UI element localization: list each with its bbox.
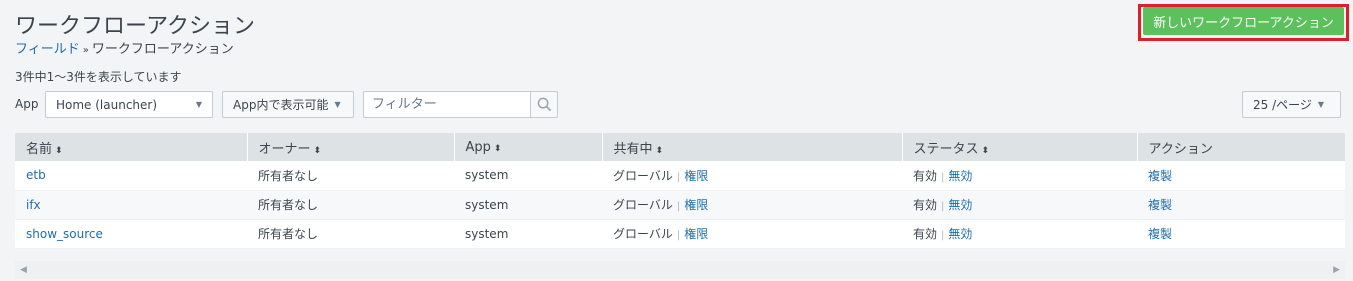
- breadcrumb: フィールド» ワークフローアクション: [15, 38, 234, 57]
- column-header-status[interactable]: ステータス ⬍: [902, 133, 1138, 161]
- row-status: 有効 | 無効: [902, 190, 1137, 220]
- visibility-select-value: App内で表示可能: [233, 98, 329, 112]
- caret-down-icon: ▼: [334, 100, 341, 109]
- scroll-right-icon[interactable]: ▶: [1333, 265, 1340, 275]
- column-header-app[interactable]: App ⬍: [454, 133, 603, 161]
- row-owner: 所有者なし: [247, 161, 454, 191]
- row-app: system: [454, 190, 602, 220]
- column-header-actions: アクション: [1137, 133, 1345, 161]
- sort-icon: ⬍: [313, 145, 322, 156]
- row-app: system: [454, 161, 602, 191]
- page-size-select[interactable]: 25 /ページ ▼: [1242, 91, 1341, 118]
- sort-icon: ⬍: [655, 145, 664, 156]
- breadcrumb-current: ワークフローアクション: [91, 42, 234, 57]
- clone-link[interactable]: 複製: [1148, 227, 1172, 241]
- sort-icon: ⬍: [493, 143, 502, 154]
- workflow-actions-table: 名前 ⬍ オーナー ⬍ App ⬍ 共有中 ⬍ ステータス ⬍ アクション etb 所有者…: [15, 133, 1345, 249]
- row-sharing: グローバル | 権限: [602, 219, 902, 249]
- app-select[interactable]: Home (launcher) ▼: [45, 91, 213, 118]
- row-owner: 所有者なし: [247, 190, 454, 220]
- row-app: system: [454, 219, 602, 249]
- row-sharing: グローバル | 権限: [602, 190, 902, 220]
- row-status: 有効 | 無効: [902, 161, 1137, 191]
- clone-link[interactable]: 複製: [1148, 169, 1172, 183]
- row-name-link[interactable]: etb: [26, 168, 46, 182]
- search-icon: [537, 97, 551, 112]
- visibility-select[interactable]: App内で表示可能 ▼: [222, 91, 354, 118]
- sort-icon: ⬍: [981, 145, 990, 156]
- disable-link[interactable]: 無効: [948, 169, 972, 183]
- row-status: 有効 | 無効: [902, 219, 1137, 249]
- column-header-owner[interactable]: オーナー ⬍: [247, 133, 455, 161]
- disable-link[interactable]: 無効: [948, 198, 972, 212]
- horizontal-scrollbar[interactable]: ◀ ▶: [15, 261, 1345, 279]
- table-header-row: 名前 ⬍ オーナー ⬍ App ⬍ 共有中 ⬍ ステータス ⬍ アクション: [15, 133, 1345, 161]
- page-title: ワークフローアクション: [15, 14, 256, 39]
- table-row: etb 所有者なし system グローバル | 権限 有効 | 無効 複製: [15, 161, 1345, 191]
- breadcrumb-link-fields[interactable]: フィールド: [15, 42, 80, 57]
- permissions-link[interactable]: 権限: [684, 198, 708, 212]
- row-name-link[interactable]: ifx: [26, 198, 41, 212]
- sort-icon: ⬍: [55, 145, 63, 156]
- new-workflow-action-button[interactable]: 新しいワークフローアクション: [1143, 7, 1344, 35]
- column-header-name[interactable]: 名前 ⬍: [15, 133, 248, 161]
- breadcrumb-separator: »: [82, 45, 89, 56]
- row-owner: 所有者なし: [247, 219, 454, 249]
- permissions-link[interactable]: 権限: [684, 227, 708, 241]
- filter-input[interactable]: [363, 91, 531, 118]
- table-row: show_source 所有者なし system グローバル | 権限 有効 | 無効 …: [15, 219, 1345, 249]
- caret-down-icon: ▼: [195, 100, 202, 109]
- page-size-value: 25 /ページ: [1253, 98, 1312, 112]
- search-button[interactable]: [530, 91, 558, 118]
- app-select-value: Home (launcher): [56, 97, 158, 112]
- row-name-link[interactable]: show_source: [26, 227, 103, 241]
- scroll-left-icon[interactable]: ◀: [20, 265, 27, 275]
- permissions-link[interactable]: 権限: [684, 169, 708, 183]
- row-sharing: グローバル | 権限: [602, 161, 902, 191]
- column-header-sharing[interactable]: 共有中 ⬍: [602, 133, 903, 161]
- result-count: 3件中1～3件を表示しています: [15, 70, 182, 84]
- caret-down-icon: ▼: [1317, 100, 1325, 109]
- table-row: ifx 所有者なし system グローバル | 権限 有効 | 無効 複製: [15, 190, 1345, 220]
- disable-link[interactable]: 無効: [948, 227, 972, 241]
- clone-link[interactable]: 複製: [1148, 198, 1172, 212]
- app-filter-label: App: [15, 97, 39, 111]
